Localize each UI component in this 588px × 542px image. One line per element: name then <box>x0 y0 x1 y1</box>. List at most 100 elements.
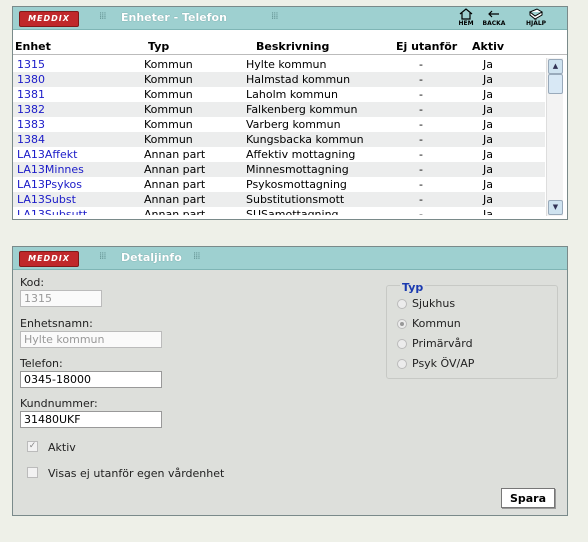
cell-beskrivning: Minnesmottagning <box>246 163 349 176</box>
cell-typ: Kommun <box>144 133 193 146</box>
table-row[interactable]: 1382 Kommun Falkenberg kommun - Ja <box>13 102 545 117</box>
kod-label: Kod: <box>20 276 45 289</box>
table-row[interactable]: 1315 Kommun Hylte kommun - Ja <box>13 57 545 72</box>
cell-aktiv: Ja <box>483 88 493 101</box>
cell-typ: Annan part <box>144 148 206 161</box>
back-label: BACKA <box>482 20 506 27</box>
cell-beskrivning: Hylte kommun <box>246 58 327 71</box>
cell-beskrivning: Halmstad kommun <box>246 73 351 86</box>
grip-dots-icon: ⁞⁞⁞ <box>99 11 106 22</box>
typ-legend: Typ <box>400 281 426 294</box>
cell-ej-utanfor: - <box>419 103 423 116</box>
cell-ej-utanfor: - <box>419 133 423 146</box>
kundnummer-field[interactable] <box>20 411 162 428</box>
table-row[interactable]: LA13Minnes Annan part Minnesmottagning - Ja <box>13 162 545 177</box>
grip-dots-icon: ⁞⁞⁞ <box>271 11 278 22</box>
table-row[interactable]: 1384 Kommun Kungsbacka kommun - Ja <box>13 132 545 147</box>
visas-ej-checkbox[interactable] <box>27 467 38 478</box>
table-row[interactable]: LA13Subsutt Annan part SUSamottagning - Ja <box>13 207 545 215</box>
cell-enhet[interactable]: 1382 <box>17 103 45 116</box>
cell-aktiv: Ja <box>483 118 493 131</box>
cell-enhet[interactable]: LA13Affekt <box>17 148 77 161</box>
cell-aktiv: Ja <box>483 133 493 146</box>
cell-ej-utanfor: - <box>419 163 423 176</box>
cell-aktiv: Ja <box>483 58 493 71</box>
meddix-logo: MEDDIX <box>19 251 79 267</box>
cell-beskrivning: Kungsbacka kommun <box>246 133 364 146</box>
cell-ej-utanfor: - <box>419 178 423 191</box>
radio-label-primarvard: Primärvård <box>412 337 473 350</box>
cell-typ: Kommun <box>144 118 193 131</box>
cell-ej-utanfor: - <box>419 208 423 215</box>
radio-primarvard[interactable] <box>397 339 407 349</box>
cell-typ: Annan part <box>144 163 206 176</box>
help-button[interactable]: HJÄLP <box>523 8 549 27</box>
cell-enhet[interactable]: 1380 <box>17 73 45 86</box>
cell-beskrivning: Varberg kommun <box>246 118 341 131</box>
help-label: HJÄLP <box>525 20 547 27</box>
cell-enhet[interactable]: LA13Subst <box>17 193 76 206</box>
cell-enhet[interactable]: 1383 <box>17 118 45 131</box>
units-panel-header: MEDDIX ⁞⁞⁞ Enheter - Telefon ⁞⁞⁞ HEM BAC… <box>13 7 567 30</box>
cell-beskrivning: Psykosmottagning <box>246 178 347 191</box>
home-button[interactable]: HEM <box>453 8 479 27</box>
radio-label-psyk: Psyk ÖV/AP <box>412 357 475 370</box>
grip-dots-icon: ⁞⁞⁞ <box>193 251 200 262</box>
panel-title: Detaljinfo <box>121 251 182 264</box>
scroll-thumb[interactable] <box>548 74 563 94</box>
enhetsnamn-field[interactable] <box>20 331 162 348</box>
cell-beskrivning: SUSamottagning <box>246 208 339 215</box>
panel-title: Enheter - Telefon <box>121 11 227 24</box>
cell-aktiv: Ja <box>483 163 493 176</box>
telefon-field[interactable] <box>20 371 162 388</box>
home-icon <box>459 8 473 20</box>
scroll-up-arrow-icon[interactable]: ▲ <box>548 59 563 74</box>
cell-enhet[interactable]: 1384 <box>17 133 45 146</box>
save-button[interactable]: Spara <box>501 488 555 508</box>
help-book-icon <box>529 8 543 20</box>
cell-typ: Kommun <box>144 73 193 86</box>
detail-panel-header: MEDDIX ⁞⁞⁞ Detaljinfo ⁞⁞⁞ <box>13 247 567 270</box>
aktiv-checkbox[interactable]: ✓ <box>27 441 38 452</box>
cell-enhet[interactable]: 1315 <box>17 58 45 71</box>
table-row[interactable]: LA13Affekt Annan part Affektiv mottagning -… <box>13 147 545 162</box>
telefon-label: Telefon: <box>20 357 63 370</box>
grip-dots-icon: ⁞⁞⁞ <box>99 251 106 262</box>
cell-enhet[interactable]: 1381 <box>17 88 45 101</box>
radio-kommun[interactable] <box>397 319 407 329</box>
table-row[interactable]: 1383 Kommun Varberg kommun - Ja <box>13 117 545 132</box>
column-header-ej-utanfor[interactable]: Ej utanför <box>396 40 457 53</box>
cell-typ: Kommun <box>144 103 193 116</box>
cell-typ: Annan part <box>144 193 206 206</box>
back-arrow-icon <box>488 10 499 18</box>
cell-enhet[interactable]: LA13Subsutt <box>17 208 87 215</box>
column-header-typ[interactable]: Typ <box>148 40 169 53</box>
enhetsnamn-label: Enhetsnamn: <box>20 317 93 330</box>
back-button[interactable]: BACKA <box>481 8 507 27</box>
table-scrollbar[interactable]: ▲ ▼ <box>546 58 563 216</box>
kundnummer-label: Kundnummer: <box>20 397 98 410</box>
cell-typ: Annan part <box>144 178 206 191</box>
cell-beskrivning: Laholm kommun <box>246 88 338 101</box>
column-header-aktiv[interactable]: Aktiv <box>472 40 504 53</box>
table-row[interactable]: LA13Psykos Annan part Psykosmottagning - Ja <box>13 177 545 192</box>
kod-field[interactable] <box>20 290 102 307</box>
scroll-down-arrow-icon[interactable]: ▼ <box>548 200 563 215</box>
cell-ej-utanfor: - <box>419 148 423 161</box>
cell-beskrivning: Substitutionsmott <box>246 193 345 206</box>
cell-aktiv: Ja <box>483 148 493 161</box>
cell-enhet[interactable]: LA13Psykos <box>17 178 82 191</box>
table-row[interactable]: LA13Subst Annan part Substitutionsmott - Ja <box>13 192 545 207</box>
column-header-enhet[interactable]: Enhet <box>15 40 51 53</box>
column-header-beskrivning[interactable]: Beskrivning <box>256 40 329 53</box>
cell-typ: Kommun <box>144 88 193 101</box>
cell-typ: Kommun <box>144 58 193 71</box>
table-row[interactable]: 1381 Kommun Laholm kommun - Ja <box>13 87 545 102</box>
radio-psyk[interactable] <box>397 359 407 369</box>
table-row[interactable]: 1380 Kommun Halmstad kommun - Ja <box>13 72 545 87</box>
radio-sjukhus[interactable] <box>397 299 407 309</box>
cell-enhet[interactable]: LA13Minnes <box>17 163 84 176</box>
cell-ej-utanfor: - <box>419 58 423 71</box>
cell-beskrivning: Falkenberg kommun <box>246 103 358 116</box>
aktiv-label: Aktiv <box>48 441 76 454</box>
